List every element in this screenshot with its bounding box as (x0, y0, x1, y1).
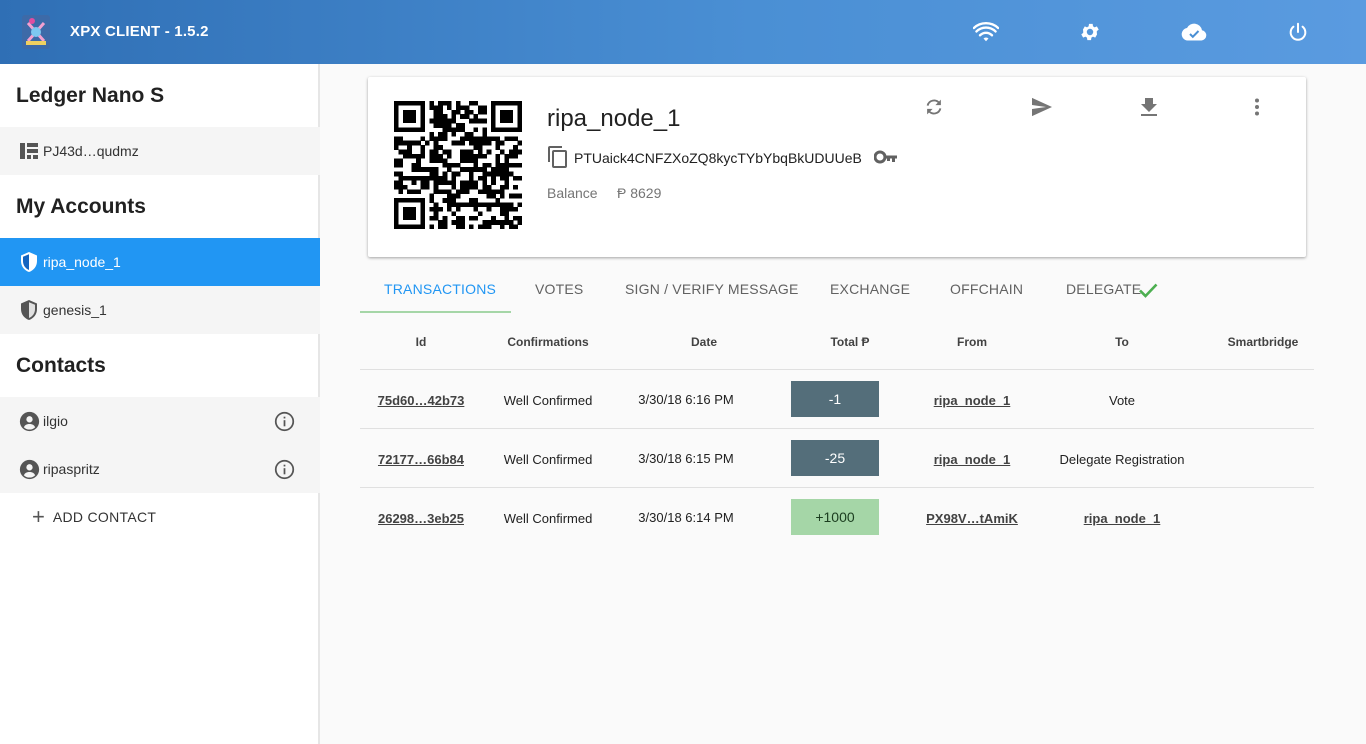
refresh-icon[interactable] (922, 95, 946, 119)
column-header-total[interactable]: Total Ᵽ (810, 335, 890, 349)
transaction-total: +1000 (791, 499, 879, 535)
account-address: PTUaick4CNFZXoZQ8kycTYbYbqBkUDUUeB (574, 150, 862, 166)
column-header-id[interactable]: Id (381, 335, 461, 349)
accounts-heading: My Accounts (16, 195, 146, 218)
tab-indicator (360, 311, 511, 313)
transaction-total: -1 (791, 381, 879, 417)
table-divider (360, 369, 1314, 370)
transaction-date: 3/30/18 6:14 PM (638, 510, 734, 525)
wifi-icon[interactable] (972, 18, 1000, 46)
sidebar-contact-ripaspritz[interactable]: ripaspritz (0, 445, 320, 493)
transaction-confirmations: Well Confirmed (503, 393, 593, 408)
sidebar-item-label: PJ43d…qudmz (43, 143, 139, 159)
info-icon[interactable] (274, 459, 295, 480)
transaction-id-link[interactable]: 75d60…42b73 (371, 393, 471, 408)
column-header-confirmations[interactable]: Confirmations (493, 335, 603, 349)
transaction-from-link[interactable]: ripa_node_1 (917, 452, 1027, 467)
account-name: ripa_node_1 (547, 105, 681, 132)
tab-transactions[interactable]: TRANSACTIONS (384, 281, 496, 297)
transaction-date: 3/30/18 6:15 PM (638, 451, 734, 466)
transaction-to-link[interactable]: ripa_node_1 (1042, 511, 1202, 526)
app-logo-icon (22, 15, 50, 49)
check-icon (1139, 283, 1158, 298)
send-icon[interactable] (1030, 95, 1054, 119)
sidebar-item-ripa-node-1[interactable]: ripa_node_1 (0, 238, 320, 286)
settings-icon[interactable] (1076, 18, 1104, 46)
tab-exchange[interactable]: EXCHANGE (830, 281, 910, 297)
transaction-from-link[interactable]: ripa_node_1 (917, 393, 1027, 408)
address-qr-code (394, 101, 522, 229)
contacts-heading: Contacts (16, 354, 106, 377)
tab-offchain[interactable]: OFFCHAIN (950, 281, 1023, 297)
transaction-to: Vote (1108, 393, 1136, 408)
sidebar-item-label: genesis_1 (43, 302, 107, 318)
balance-label: Balance (547, 185, 598, 201)
transaction-id-link[interactable]: 72177…66b84 (371, 452, 471, 467)
sidebar-item-ledger[interactable]: PJ43d…qudmz (0, 127, 320, 175)
sidebar-contact-ilgio[interactable]: ilgio (0, 397, 320, 445)
transaction-from-link[interactable]: PX98V…tAmiK (917, 511, 1027, 526)
shield-icon (18, 251, 40, 273)
transaction-date: 3/30/18 6:16 PM (638, 392, 734, 407)
cloud-done-icon[interactable] (1180, 18, 1208, 46)
balance-value: Ᵽ 8629 (617, 185, 662, 201)
transaction-id-link[interactable]: 26298…3eb25 (371, 511, 471, 526)
add-contact-button[interactable]: + ADD CONTACT (32, 504, 156, 530)
transaction-confirmations: Well Confirmed (503, 452, 593, 467)
column-header-to[interactable]: To (1082, 335, 1162, 349)
plus-icon: + (32, 504, 45, 529)
info-icon[interactable] (274, 411, 295, 432)
key-icon[interactable] (874, 148, 898, 166)
sidebar: Ledger Nano S PJ43d…qudmz My Accounts ri… (0, 64, 320, 744)
tab-votes[interactable]: VOTES (535, 281, 583, 297)
column-header-from[interactable]: From (932, 335, 1012, 349)
tab-delegate[interactable]: DELEGATE (1066, 281, 1141, 297)
table-divider (360, 487, 1314, 488)
sidebar-item-label: ripaspritz (43, 461, 100, 477)
sidebar-item-label: ilgio (43, 413, 68, 429)
tab-sign-verify-message[interactable]: SIGN / VERIFY MESSAGE (625, 281, 799, 297)
sidebar-item-genesis-1[interactable]: genesis_1 (0, 286, 320, 334)
ledger-heading: Ledger Nano S (16, 84, 165, 107)
transaction-total: -25 (791, 440, 879, 476)
column-header-smartbridge[interactable]: Smartbridge (1218, 335, 1308, 349)
sidebar-item-label: ripa_node_1 (43, 254, 121, 270)
transaction-confirmations: Well Confirmed (503, 511, 593, 526)
download-icon[interactable] (1137, 95, 1161, 119)
copy-icon[interactable] (546, 145, 570, 169)
account-card: ripa_node_1 PTUaick4CNFZXoZQ8kycTYbYbqBk… (368, 77, 1306, 257)
power-icon[interactable] (1284, 18, 1312, 46)
ledger-device-icon (18, 140, 40, 162)
account-circle-icon (18, 458, 40, 480)
app-title: XPX CLIENT - 1.5.2 (70, 23, 209, 40)
more-vert-icon[interactable] (1245, 95, 1269, 119)
add-contact-label: ADD CONTACT (52, 509, 157, 525)
table-divider (360, 428, 1314, 429)
shield-icon (18, 299, 40, 321)
account-circle-icon (18, 410, 40, 432)
transaction-to: Delegate Registration (1059, 452, 1185, 467)
column-header-date[interactable]: Date (664, 335, 744, 349)
app-bar: XPX CLIENT - 1.5.2 (0, 0, 1366, 64)
